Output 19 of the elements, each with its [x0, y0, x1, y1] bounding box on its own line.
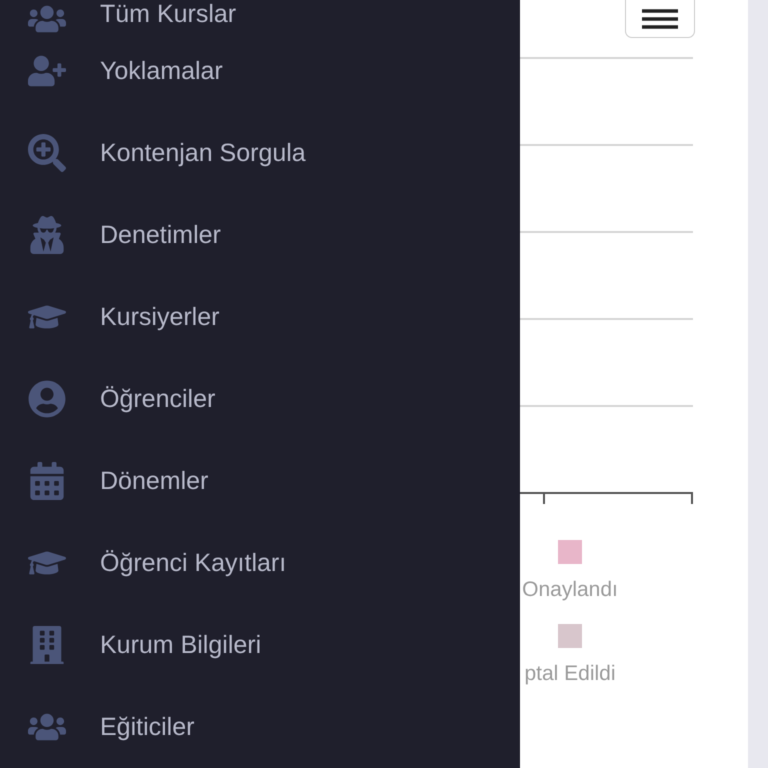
menu-item[interactable]: Kurum Bilgileri: [100, 630, 262, 660]
menu-item[interactable]: Tüm Kurslar: [100, 0, 236, 29]
menu-item-icon: [28, 626, 66, 664]
menu-item[interactable]: Kursiyerler: [100, 302, 220, 332]
menu-item-icon: [28, 380, 66, 418]
menu-item-icon: [28, 462, 66, 500]
menu-item-icon: [28, 216, 66, 254]
legend-label: Onaylandı: [522, 578, 618, 602]
menu-item[interactable]: Yoklamalar: [100, 56, 223, 86]
menu-item[interactable]: Dönemler: [100, 466, 208, 496]
menu-item-icon: [28, 134, 66, 172]
legend-label: ptal Edildi: [524, 662, 616, 686]
menu-item[interactable]: Öğrenci Kayıtları: [100, 548, 286, 578]
menu-item[interactable]: Denetimler: [100, 220, 221, 250]
menu-icon: [642, 8, 678, 28]
menu-item[interactable]: Öğrenciler: [100, 384, 216, 414]
menu-item[interactable]: Kontenjan Sorgula: [100, 138, 306, 168]
menu-item[interactable]: Eğiticiler: [100, 712, 194, 742]
menu-button[interactable]: [625, 0, 695, 38]
